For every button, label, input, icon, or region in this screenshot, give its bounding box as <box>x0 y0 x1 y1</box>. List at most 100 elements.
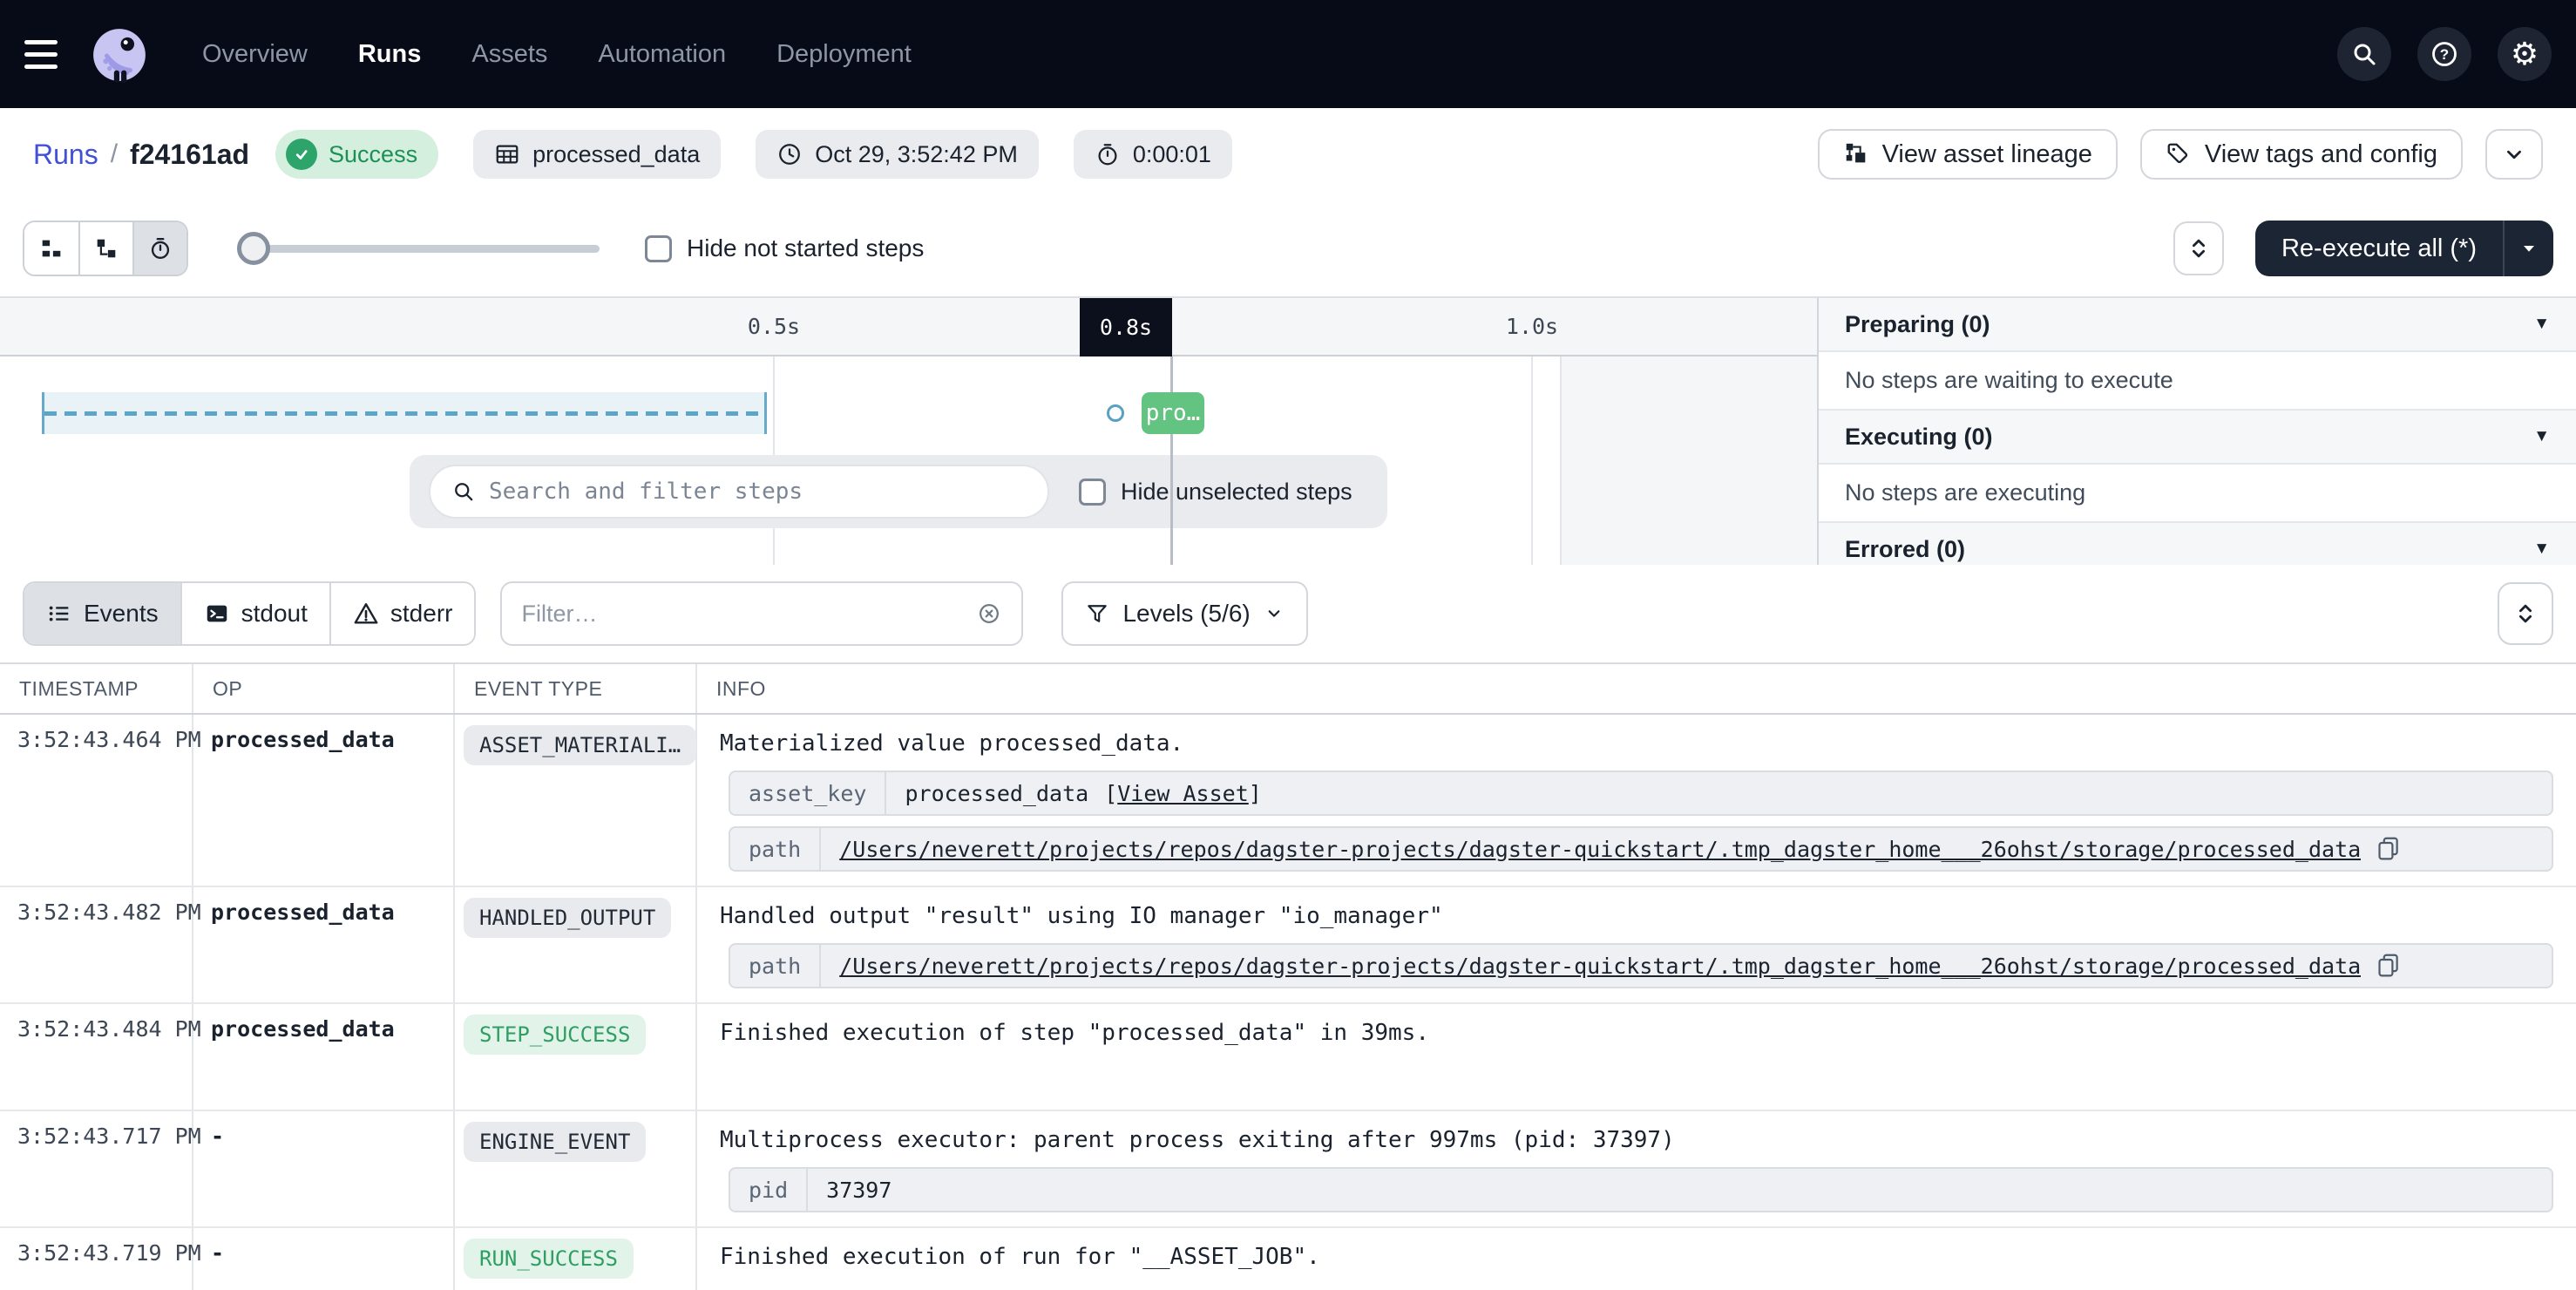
event-op: - <box>193 1111 455 1226</box>
event-info-cell: Finished execution of step "processed_da… <box>697 1004 2576 1110</box>
event-log-table: TIMESTAMPOPEVENT TYPEINFO 3:52:43.464 PM… <box>0 662 2576 1290</box>
event-row[interactable]: 3:52:43.482 PM processed_data HANDLED_OU… <box>0 887 2576 1004</box>
dagster-logo[interactable] <box>91 25 148 83</box>
reexecute-dropdown-button[interactable] <box>2503 221 2553 276</box>
view-asset-lineage-button[interactable]: View asset lineage <box>1818 129 2118 180</box>
step-bar-processed-data[interactable]: pro… <box>1142 392 1204 434</box>
event-row[interactable]: 3:52:43.717 PM - ENGINE_EVENT Multiproce… <box>0 1111 2576 1228</box>
funnel-icon <box>1085 601 1109 626</box>
event-info-cell: Handled output "result" using IO manager… <box>697 887 2576 1002</box>
event-timestamp: 3:52:43.484 PM <box>0 1004 193 1110</box>
event-timestamp: 3:52:43.717 PM <box>0 1111 193 1226</box>
tab-events[interactable]: Events <box>24 583 180 644</box>
gantt-timed-view-button[interactable] <box>132 222 186 275</box>
more-run-actions-button[interactable] <box>2485 129 2543 180</box>
event-type-cell: ENGINE_EVENT <box>455 1111 697 1226</box>
event-info-cell: Multiprocess executor: parent process ex… <box>697 1111 2576 1226</box>
event-metadata: asset_key processed_data [View Asset] pa… <box>720 771 2553 872</box>
column-header: EVENT TYPE <box>455 664 697 713</box>
metadata-key: path <box>730 945 821 987</box>
metadata-value: processed_data [View Asset] <box>886 772 1279 814</box>
tab-stderr[interactable]: stderr <box>329 583 475 644</box>
waterfall-view-icon <box>93 235 119 261</box>
hide-unselected-checkbox[interactable] <box>1079 479 1106 506</box>
caret-down-icon <box>2518 238 2539 259</box>
slider-handle[interactable] <box>237 232 270 265</box>
column-header: OP <box>193 664 455 713</box>
gantt-flat-view-button[interactable] <box>24 222 78 275</box>
nav-item[interactable]: Assets <box>471 40 547 69</box>
status-section-header[interactable]: Executing (0) ▼ <box>1819 411 2576 465</box>
nav-item[interactable]: Deployment <box>776 40 912 69</box>
event-info-text: Finished execution of step "processed_da… <box>720 1016 2553 1049</box>
asset-tag-badge[interactable]: processed_data <box>473 130 721 179</box>
gantt-zoom-slider[interactable] <box>237 221 600 276</box>
slider-track[interactable] <box>237 245 600 253</box>
event-row[interactable]: 3:52:43.719 PM - RUN_SUCCESS Finished ex… <box>0 1228 2576 1290</box>
chevron-down-icon <box>1264 603 1285 624</box>
duration-badge: 0:00:01 <box>1074 130 1232 179</box>
metadata-entry: path /Users/neverett/projects/repos/dags… <box>729 826 2553 872</box>
metadata-value: 37397 <box>808 1169 910 1211</box>
log-filter-input[interactable] <box>521 601 976 628</box>
clear-filter-icon[interactable] <box>976 601 1002 627</box>
breadcrumb-runs-link[interactable]: Runs <box>33 139 98 171</box>
expand-collapse-panes-button[interactable] <box>2173 221 2224 275</box>
hide-unselected-checkbox-group[interactable]: Hide unselected steps <box>1079 479 1352 506</box>
breadcrumb-separator: / <box>111 139 118 169</box>
event-type-cell: RUN_SUCCESS <box>455 1228 697 1290</box>
status-badge: Success <box>275 130 438 179</box>
event-row[interactable]: 3:52:43.484 PM processed_data STEP_SUCCE… <box>0 1004 2576 1111</box>
run-header: Runs / f24161ad Success processed_data O… <box>0 108 2576 200</box>
status-section-title: Executing (0) <box>1845 424 1993 451</box>
event-info-text: Materialized value processed_data. <box>720 727 2553 760</box>
timer-view-icon <box>147 235 173 261</box>
help-icon[interactable]: ? <box>2417 27 2471 81</box>
levels-filter-label: Levels (5/6) <box>1122 600 1250 628</box>
copy-icon[interactable] <box>2376 836 2401 862</box>
copy-icon[interactable] <box>2376 953 2401 979</box>
gantt-waterfall-view-button[interactable] <box>78 222 132 275</box>
terminal-icon <box>204 601 230 627</box>
event-type-badge: ENGINE_EVENT <box>464 1122 646 1162</box>
nav-item[interactable]: Overview <box>202 40 308 69</box>
path-link[interactable]: /Users/neverett/projects/repos/dagster-p… <box>839 954 2361 979</box>
status-section-title: Errored (0) <box>1845 536 1965 563</box>
step-search-box <box>429 465 1049 519</box>
clock-icon <box>776 141 803 167</box>
menu-icon[interactable] <box>24 28 77 80</box>
metadata-value: /Users/neverett/projects/repos/dagster-p… <box>821 828 2419 870</box>
path-link[interactable]: /Users/neverett/projects/repos/dagster-p… <box>839 837 2361 862</box>
reexecute-all-button[interactable]: Re-execute all (*) <box>2255 221 2503 276</box>
hide-not-started-checkbox[interactable] <box>645 235 672 262</box>
metadata-value-text: 37397 <box>826 1178 891 1203</box>
status-label: Success <box>329 141 417 168</box>
events-toolbar: Events stdout stderr Levels (5/6) <box>0 565 2576 662</box>
view-tags-config-label: View tags and config <box>2205 140 2437 169</box>
event-type-cell: HANDLED_OUTPUT <box>455 887 697 1002</box>
event-op: processed_data <box>193 887 455 1002</box>
levels-filter-button[interactable]: Levels (5/6) <box>1061 581 1307 646</box>
settings-icon[interactable]: ⚙ <box>2498 27 2552 81</box>
step-search-input[interactable] <box>489 479 1027 505</box>
cursor-time-tooltip: 0.8s <box>1080 298 1172 356</box>
status-section: Executing (0) ▼ No steps are executing <box>1819 411 2576 523</box>
event-info-text: Finished execution of run for "__ASSET_J… <box>720 1240 2553 1273</box>
view-asset-link[interactable]: View Asset <box>1117 781 1249 806</box>
event-info-text: Handled output "result" using IO manager… <box>720 900 2553 933</box>
status-section-header[interactable]: Preparing (0) ▼ <box>1819 298 2576 352</box>
expand-log-pane-button[interactable] <box>2498 582 2553 645</box>
event-row[interactable]: 3:52:43.464 PM processed_data ASSET_MATE… <box>0 715 2576 887</box>
event-log-header: TIMESTAMPOPEVENT TYPEINFO <box>0 664 2576 715</box>
event-type-badge: STEP_SUCCESS <box>464 1015 646 1055</box>
tag-icon <box>2166 141 2192 167</box>
event-type-cell: ASSET_MATERIALI… <box>455 715 697 886</box>
nav-item[interactable]: Automation <box>598 40 726 69</box>
table-icon <box>494 141 520 167</box>
status-section-header[interactable]: Errored (0) ▼ <box>1819 523 2576 565</box>
tab-stdout[interactable]: stdout <box>180 583 329 644</box>
view-tags-config-button[interactable]: View tags and config <box>2140 129 2463 180</box>
search-icon[interactable] <box>2337 27 2391 81</box>
nav-item[interactable]: Runs <box>358 40 422 69</box>
hide-not-started-checkbox-group[interactable]: Hide not started steps <box>645 234 924 262</box>
